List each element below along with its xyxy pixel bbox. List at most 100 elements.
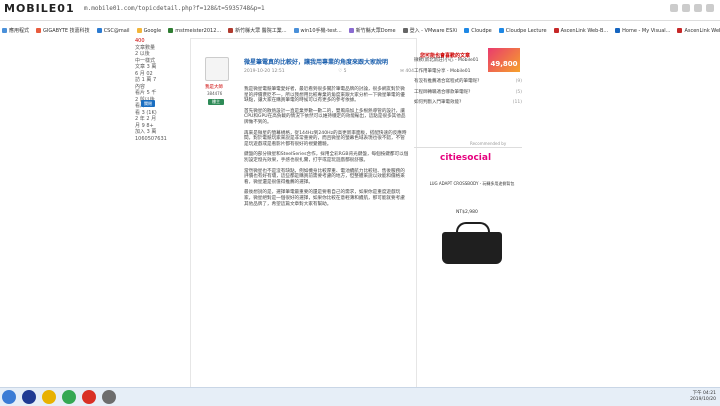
related-list: 微軟(新北新莊)小心 - Mobile01 工作用筆電分享 - Mobile01 有… bbox=[414, 58, 522, 111]
bookmark-item[interactable]: CSC@mail bbox=[96, 25, 130, 36]
bag-image[interactable] bbox=[442, 222, 502, 264]
app-icon[interactable] bbox=[82, 390, 96, 404]
article-paragraph: 最後想說的是，選擇筆電最重要的還是要看自己的需求，如果你是重度遊戲玩家，微星絕對… bbox=[244, 190, 405, 207]
bookmark-icon bbox=[498, 28, 504, 33]
related-item-title: 微軟(新北新莊)小心 - Mobile01 bbox=[414, 58, 479, 63]
article-datetime: 2019-10-20 12:51 bbox=[244, 69, 285, 74]
reply-count: 404 bbox=[405, 69, 414, 74]
bookmark-icon bbox=[2, 28, 7, 33]
article-paragraph: 首先微星的散熱設計一直是業界數一數二的，雙風扇加上多根熱導管的設計，讓CPU和G… bbox=[244, 108, 406, 125]
bookmark-item[interactable]: 新竹縣大眾 醫院工業... bbox=[228, 25, 287, 36]
profile-stat-line: 1060507631 bbox=[135, 135, 167, 142]
bookmark-label: 應用程式 bbox=[9, 28, 30, 34]
author-id: 384476 bbox=[207, 91, 223, 96]
explorer-icon[interactable] bbox=[42, 390, 56, 404]
bookmark-label: Google bbox=[143, 27, 162, 34]
bookmark-icon bbox=[228, 28, 234, 33]
bookmark-icon bbox=[615, 28, 621, 33]
ad-title[interactable]: LUG ADAPT CROSSBODY - 玩轉多用途側背包 bbox=[422, 181, 522, 187]
article-paragraph: 再來是微星的螢幕規格，從144Hz到240Hz的高更新率面板，搭配快速的反應時間… bbox=[244, 130, 407, 147]
bookmark-item[interactable]: win10手機-test... bbox=[293, 25, 342, 36]
related-item-title: 工作用筆電分享 - Mobile01 bbox=[414, 68, 471, 74]
like-icon[interactable]: ♡ bbox=[338, 69, 342, 74]
bookmark-item[interactable]: AscenLink Web-B... bbox=[553, 25, 609, 36]
related-item[interactable]: 微軟(新北新莊)小心 - Mobile01 bbox=[414, 58, 522, 64]
related-item[interactable]: 有沒有推薦適合寫程式的筆電呢? (9) bbox=[414, 79, 522, 85]
bookmark-label: win10手機-test... bbox=[300, 28, 342, 34]
bookmarks-bar: 應用程式 GIGABYTE 技嘉科技 CSC@mail Google mstmeiste… bbox=[0, 25, 720, 36]
menu-icon[interactable] bbox=[706, 4, 714, 12]
related-item-title: 有沒有推薦適合寫程式的筆電呢? bbox=[414, 79, 480, 84]
bookmark-item[interactable]: Google bbox=[136, 25, 162, 36]
author-avatar[interactable] bbox=[205, 57, 229, 81]
bookmark-label: Cloudpe Lecture bbox=[505, 27, 547, 34]
article-meta: 2019-10-20 12:51 ♡ 5 ✉ 404 bbox=[244, 69, 414, 74]
bookmark-item[interactable]: GIGABYTE 技嘉科技 bbox=[36, 25, 90, 36]
recommended-label: Recommended by bbox=[470, 141, 507, 146]
bookmark-item[interactable]: AscenLink Web-B... bbox=[677, 25, 720, 36]
bookmark-icon bbox=[168, 28, 174, 33]
site-logo[interactable]: MOBILE01 bbox=[4, 2, 74, 16]
bookmark-item[interactable]: 新竹縣大眾Dome bbox=[348, 25, 396, 36]
related-item-title: 如何判斷入門筆電效能? bbox=[414, 100, 462, 105]
reply-icon[interactable]: ✉ bbox=[400, 69, 404, 74]
article-paragraph: 當然微星也不是沒有缺點，例如機身比較厚重、電池續航力比較短、售後服務的評價也有好… bbox=[244, 168, 405, 185]
bookmark-item[interactable]: Cloudpe bbox=[464, 25, 492, 36]
bookmark-label: 新竹縣大眾 醫院工業... bbox=[235, 28, 287, 34]
bookmark-label: AscenLink Web-B... bbox=[560, 27, 609, 34]
article-paragraph: 鍵盤的部分微星和SteelSeries合作，採用全彩RGB背光鍵盤，每個按鍵都可… bbox=[244, 152, 409, 163]
taskbar-icons bbox=[2, 390, 116, 404]
related-item[interactable]: 如何判斷入門筆電效能? (11) bbox=[414, 100, 522, 106]
start-icon[interactable] bbox=[2, 390, 16, 404]
bookmark-icon bbox=[348, 28, 354, 33]
bookmark-label: AscenLink Web-B... bbox=[684, 27, 720, 34]
related-item-title: 工程師轉職適合哪款筆電呢? bbox=[414, 89, 471, 95]
close-button[interactable]: 關閉 bbox=[141, 100, 155, 107]
bookmark-item[interactable]: 登入 - VMware ESXi bbox=[402, 25, 457, 36]
bookmark-label: CSC@mail bbox=[103, 27, 130, 34]
bookmark-item[interactable]: 應用程式 bbox=[2, 25, 29, 36]
bookmark-label: mstmeister2012... bbox=[175, 27, 222, 34]
article-title: 微星筆電真的比較好，讓我用專業的角度來跟大家說明 bbox=[244, 59, 389, 66]
article-paragraph: 我是微星電競筆電愛好者，最近看到很多關於筆電品牌的討論，很多網友對於微星的評價褒… bbox=[244, 87, 405, 104]
ad-price: NT$2,980 bbox=[456, 210, 478, 215]
bookmark-icon bbox=[464, 28, 470, 33]
author-name[interactable]: 我是大師 bbox=[205, 84, 223, 90]
related-item-count: (9) bbox=[515, 79, 522, 84]
bookmark-icon bbox=[293, 28, 299, 33]
bookmark-label: Home - My Visual... bbox=[622, 27, 671, 34]
bookmark-label: 新竹縣大眾Dome bbox=[355, 28, 396, 34]
bookmark-label: Cloudpe bbox=[471, 27, 492, 34]
os-taskbar: 下午 04:21 2019/10/20 bbox=[0, 387, 720, 406]
chrome-icon[interactable] bbox=[62, 390, 76, 404]
app-icon-2[interactable] bbox=[102, 390, 116, 404]
browser-top-bar: MOBILE01 m.mobile01.com/topicdetail.php?… bbox=[0, 0, 720, 21]
extension-icon[interactable] bbox=[682, 4, 690, 12]
bookmark-item[interactable]: mstmeister2012... bbox=[168, 25, 221, 36]
related-item[interactable]: 工作用筆電分享 - Mobile01 bbox=[414, 69, 522, 75]
article-card: 我是大師 384476 樓主 微星筆電真的比較好，讓我用專業的角度來跟大家說明 … bbox=[190, 38, 417, 405]
bookmark-icon bbox=[677, 28, 683, 33]
bookmark-icon bbox=[36, 28, 42, 33]
bookmark-icon bbox=[553, 28, 559, 33]
search-icon[interactable] bbox=[22, 390, 36, 404]
ad-brand[interactable]: citiesocial bbox=[440, 153, 491, 163]
bookmark-icon bbox=[402, 28, 408, 33]
star-icon[interactable] bbox=[670, 4, 678, 12]
related-item[interactable]: 工程師轉職適合哪款筆電呢? (5) bbox=[414, 90, 522, 96]
bookmark-label: GIGABYTE 技嘉科技 bbox=[43, 28, 90, 34]
clock-date[interactable]: 2019/10/20 bbox=[690, 397, 716, 403]
author-badge: 樓主 bbox=[208, 99, 224, 105]
like-count: 5 bbox=[343, 69, 347, 74]
browser-actions bbox=[670, 4, 714, 12]
related-item-count: (11) bbox=[512, 100, 522, 105]
related-item-count: (5) bbox=[515, 89, 522, 95]
profile-icon[interactable] bbox=[694, 4, 702, 12]
bookmark-item[interactable]: Home - My Visual... bbox=[615, 25, 670, 36]
bookmark-icon bbox=[136, 28, 142, 33]
bookmark-item[interactable]: Cloudpe Lecture bbox=[498, 25, 547, 36]
system-tray: 下午 04:21 2019/10/20 bbox=[690, 391, 716, 403]
address-bar[interactable]: m.mobile01.com/topicdetail.php?f=128&t=5… bbox=[84, 5, 265, 12]
article-body: 我是微星電競筆電愛好者，最近看到很多關於筆電品牌的討論，很多網友對於微星的評價褒… bbox=[244, 87, 409, 212]
profile-stats: 400 文章數量 2 以後 中一樣式 文章 3 萬6 月 02 訪 1 萬 7 內容 看片 5… bbox=[135, 38, 183, 142]
